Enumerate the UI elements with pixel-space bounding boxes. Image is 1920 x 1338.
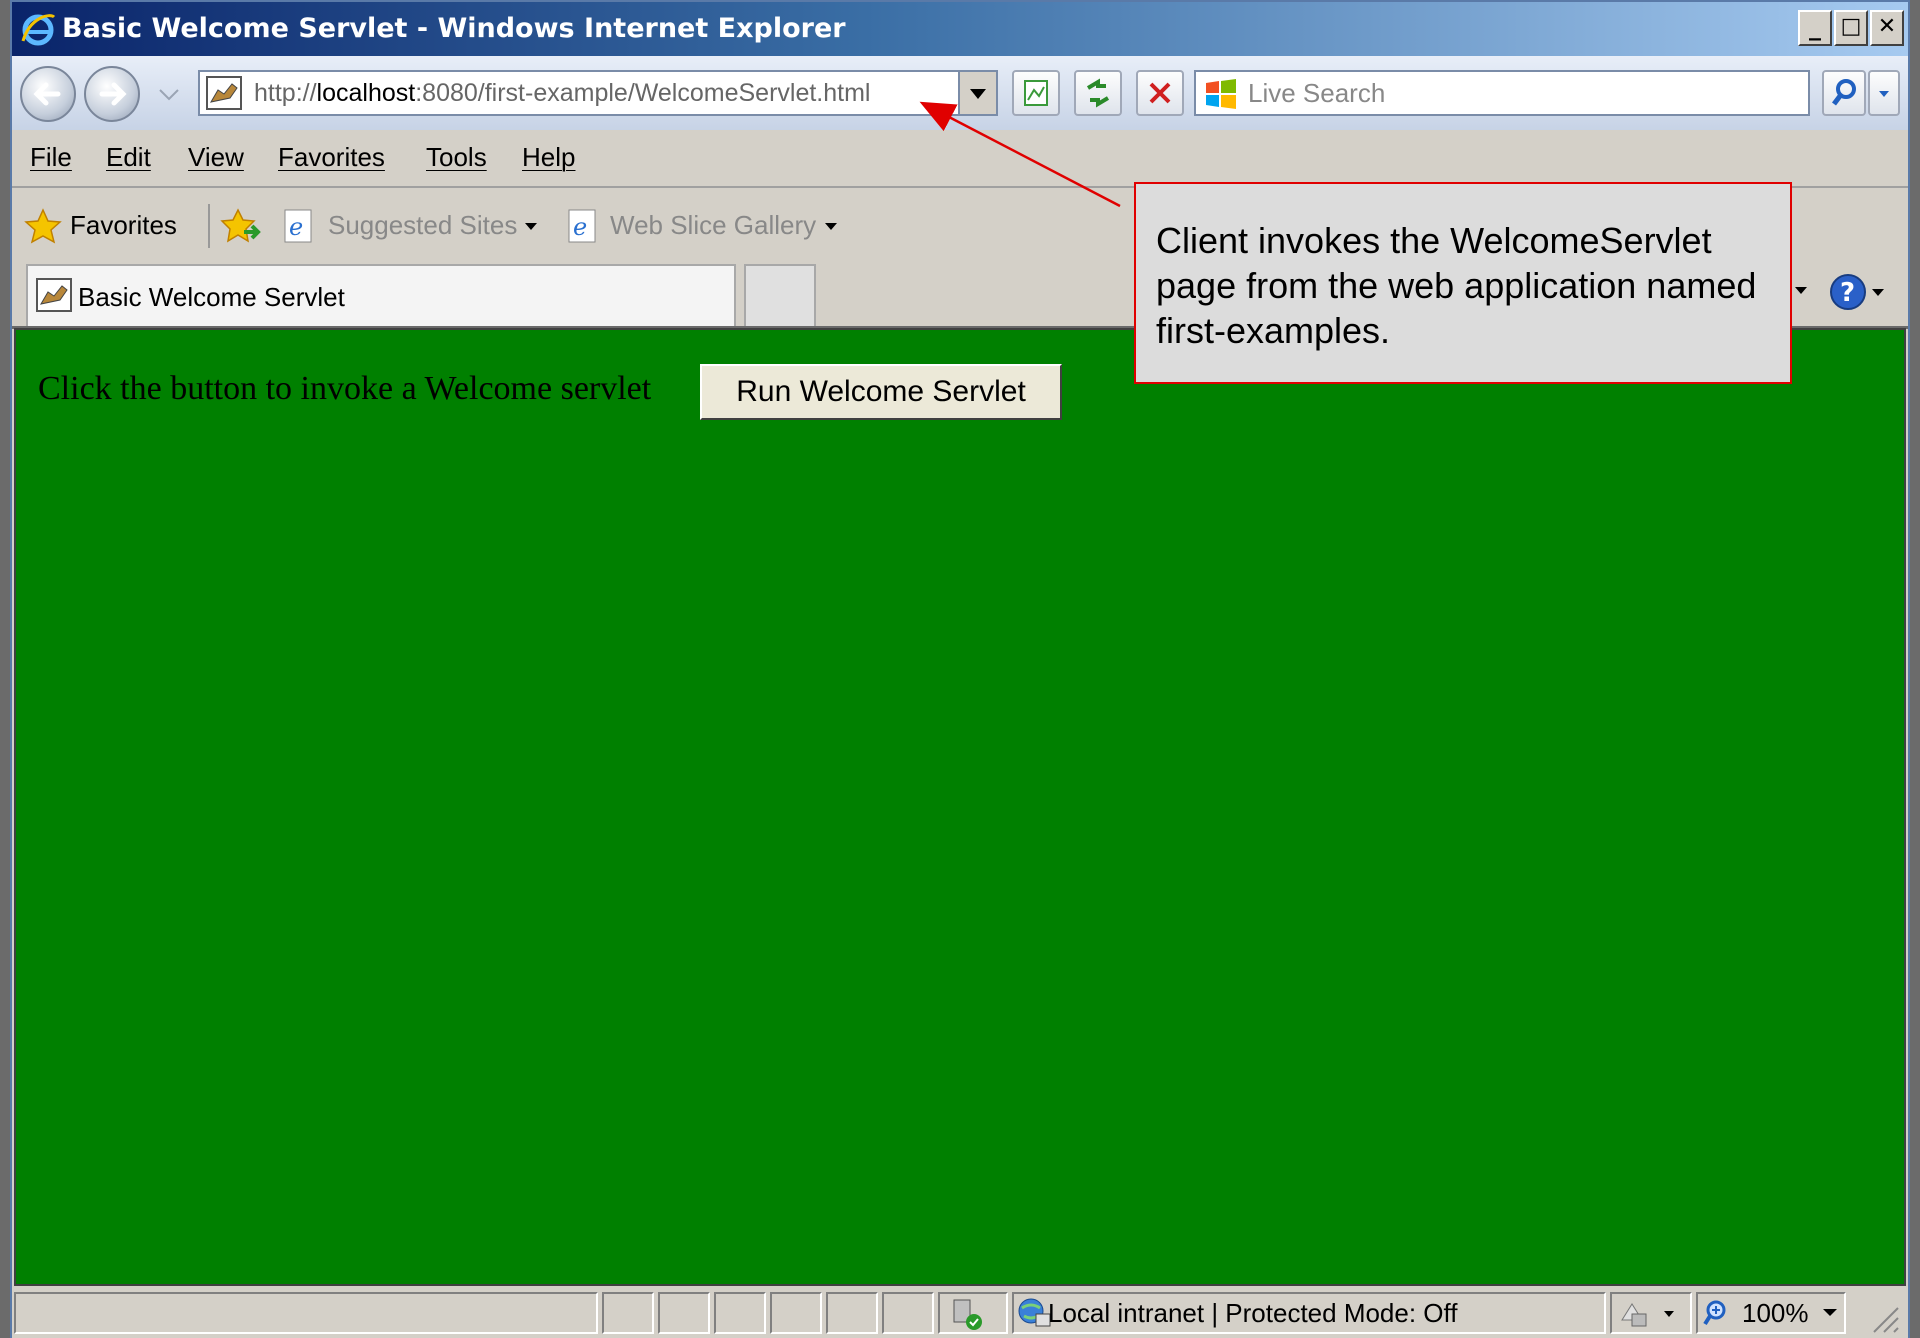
compatibility-view-button[interactable] bbox=[1012, 70, 1060, 116]
forward-arrow-icon bbox=[99, 82, 127, 106]
maximize-button[interactable]: □ bbox=[1834, 10, 1868, 46]
callout-text: Client invokes the WelcomeServlet page f… bbox=[1156, 220, 1757, 351]
separator bbox=[208, 204, 210, 248]
address-dropdown-button[interactable] bbox=[958, 70, 998, 116]
back-arrow-icon bbox=[33, 82, 61, 106]
refresh-button[interactable] bbox=[1074, 70, 1122, 116]
compatibility-view-icon bbox=[1024, 80, 1048, 106]
menu-bar: File Edit View Favorites Tools Help bbox=[12, 130, 1908, 188]
stop-x-icon bbox=[1149, 82, 1171, 104]
search-options-button[interactable] bbox=[1868, 70, 1900, 116]
status-pane bbox=[770, 1292, 822, 1334]
back-button[interactable] bbox=[20, 66, 76, 122]
intranet-globe-icon bbox=[1018, 1298, 1051, 1327]
security-tool-icon bbox=[953, 1299, 982, 1330]
annotation-callout: Client invokes the WelcomeServlet page f… bbox=[1134, 182, 1792, 384]
menu-edit[interactable]: Edit bbox=[106, 142, 151, 173]
status-pane bbox=[882, 1292, 934, 1334]
search-button[interactable] bbox=[1822, 70, 1866, 116]
status-pane bbox=[658, 1292, 710, 1334]
tomcat-favicon-icon bbox=[206, 76, 242, 110]
chevron-down-icon bbox=[970, 89, 986, 99]
magnifier-icon bbox=[1832, 79, 1856, 106]
suggested-sites-link[interactable]: Suggested Sites bbox=[328, 210, 517, 241]
refresh-icon bbox=[1086, 78, 1110, 108]
menu-favorites[interactable]: Favorites bbox=[278, 142, 385, 173]
status-pane bbox=[602, 1292, 654, 1334]
menu-help[interactable]: Help bbox=[522, 142, 575, 173]
chevron-down-icon bbox=[1879, 91, 1889, 97]
page-content: Click the button to invoke a Welcome ser… bbox=[14, 328, 1906, 1286]
ie-logo-icon bbox=[21, 14, 56, 46]
address-bar[interactable]: http://localhost:8080/first-example/Welc… bbox=[198, 70, 998, 116]
ie-page-icon: e bbox=[568, 209, 596, 243]
close-button[interactable]: ✕ bbox=[1870, 10, 1904, 46]
tomcat-favicon-icon bbox=[36, 278, 72, 312]
windows-live-logo-icon bbox=[1206, 79, 1236, 109]
status-bar: Local intranet | Protected Mode: Off 100… bbox=[12, 1288, 1908, 1338]
menu-file[interactable]: File bbox=[30, 142, 72, 173]
chevron-down-icon[interactable] bbox=[1794, 286, 1808, 296]
minimize-button[interactable]: _ bbox=[1798, 10, 1832, 46]
svg-text:?: ? bbox=[1840, 278, 1855, 308]
menu-tools[interactable]: Tools bbox=[426, 142, 487, 173]
tab-basic-welcome-servlet[interactable]: Basic Welcome Servlet bbox=[26, 264, 736, 326]
menu-view[interactable]: View bbox=[188, 142, 244, 173]
status-text-pane bbox=[14, 1292, 598, 1334]
zoom-level: 100% bbox=[1742, 1298, 1809, 1328]
security-pane[interactable] bbox=[938, 1292, 1008, 1334]
svg-text:e: e bbox=[289, 213, 303, 241]
chevron-down-icon[interactable] bbox=[824, 222, 838, 232]
zoom-magnifier-icon bbox=[1703, 1300, 1726, 1326]
zone-status-text: Local intranet | Protected Mode: Off bbox=[1048, 1298, 1458, 1328]
url-text[interactable]: http://localhost:8080/first-example/Welc… bbox=[254, 77, 870, 109]
new-tab-button[interactable] bbox=[744, 264, 816, 326]
help-icon[interactable]: ? bbox=[1828, 272, 1890, 312]
web-slice-gallery-link[interactable]: Web Slice Gallery bbox=[610, 210, 816, 241]
tools-lock-icon bbox=[1621, 1303, 1674, 1327]
favorites-button[interactable]: Favorites bbox=[70, 210, 177, 241]
page-prompt-text: Click the button to invoke a Welcome ser… bbox=[38, 370, 652, 407]
navigation-bar: http://localhost:8080/first-example/Welc… bbox=[12, 56, 1908, 130]
stop-button[interactable] bbox=[1136, 70, 1184, 116]
status-pane bbox=[826, 1292, 878, 1334]
recent-pages-dropdown-icon[interactable] bbox=[158, 88, 180, 102]
ie-page-icon: e bbox=[284, 209, 312, 243]
svg-text:e: e bbox=[573, 213, 587, 241]
window-title: Basic Welcome Servlet - Windows Internet… bbox=[62, 13, 846, 44]
add-to-favorites-icon[interactable] bbox=[220, 206, 262, 246]
resize-grip-icon[interactable] bbox=[1864, 1298, 1900, 1334]
pop-up-blocker-pane[interactable] bbox=[1610, 1292, 1692, 1334]
run-welcome-servlet-button[interactable]: Run Welcome Servlet bbox=[700, 364, 1062, 420]
status-pane bbox=[714, 1292, 766, 1334]
favorites-star-icon bbox=[24, 208, 62, 244]
tab-title: Basic Welcome Servlet bbox=[78, 282, 345, 312]
search-box[interactable]: Live Search bbox=[1194, 70, 1810, 116]
forward-button[interactable] bbox=[84, 66, 140, 122]
title-bar[interactable]: Basic Welcome Servlet - Windows Internet… bbox=[12, 2, 1908, 56]
chevron-down-icon[interactable] bbox=[524, 222, 538, 232]
search-placeholder: Live Search bbox=[1248, 78, 1386, 108]
chevron-down-icon[interactable] bbox=[1822, 1308, 1838, 1318]
